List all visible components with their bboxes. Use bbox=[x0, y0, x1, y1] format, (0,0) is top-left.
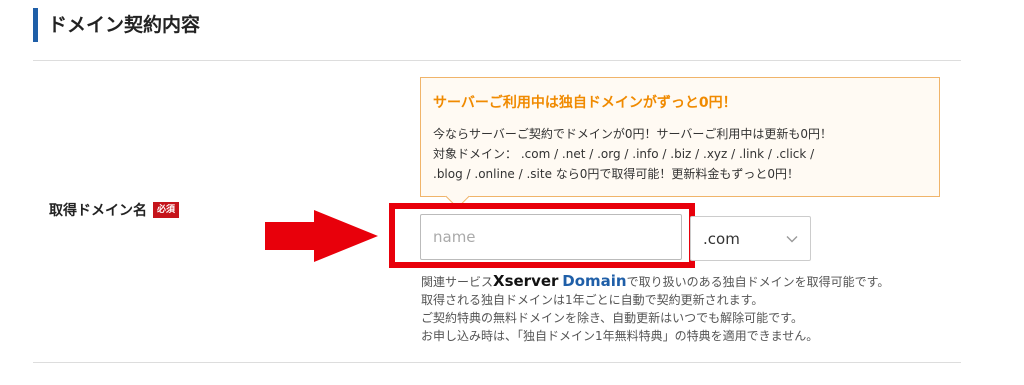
promo-body: 今ならサーバーご契約でドメインが0円！サーバーご利用中は更新も0円！ 対象ドメイ… bbox=[433, 124, 927, 184]
promo-line: 対象ドメイン： .com / .net / .org / .info / .bi… bbox=[433, 147, 815, 161]
field-label: 取得ドメイン名 必須 bbox=[49, 200, 180, 220]
note-suffix: で取り扱いのある独自ドメインを取得可能です。 bbox=[626, 275, 890, 289]
notes: 関連サービスXserver Domainで取り扱いのある独自ドメインを取得可能で… bbox=[421, 272, 889, 345]
note-prefix: 関連サービス bbox=[421, 275, 494, 289]
chevron-down-icon bbox=[786, 235, 798, 242]
note-line: ご契約特典の無料ドメインを除き、自動更新はいつでも解除可能です。 bbox=[421, 311, 803, 325]
tld-select[interactable]: .com bbox=[690, 216, 811, 261]
tld-select-value: .com bbox=[703, 229, 740, 248]
divider-bottom bbox=[33, 362, 961, 363]
red-arrow-right-icon bbox=[265, 210, 378, 262]
required-badge: 必須 bbox=[153, 202, 180, 218]
promo-line: 今ならサーバーご契約でドメインが0円！サーバーご利用中は更新も0円！ bbox=[433, 127, 833, 141]
section-title: ドメイン契約内容 bbox=[33, 8, 200, 42]
promo-line: .blog / .online / .site なら0円で取得可能！更新料金もず… bbox=[433, 167, 800, 181]
divider-top bbox=[33, 60, 961, 61]
note-line: お申し込み時は、「独自ドメイン1年無料特典」の特典を適用できません。 bbox=[421, 329, 819, 343]
promo-title: サーバーご利用中は独自ドメインがずっと0円！ bbox=[433, 95, 737, 111]
field-label-text: 取得ドメイン名 bbox=[49, 203, 147, 219]
note-line: 関連サービスXserver Domainで取り扱いのある独自ドメインを取得可能で… bbox=[421, 272, 889, 291]
note-line: 取得される独自ドメインは1年ごとに自動で契約更新されます。 bbox=[421, 293, 764, 307]
highlight-box bbox=[389, 203, 695, 268]
domain-logo-text: Domain bbox=[562, 272, 627, 290]
xserver-logo-text: Xserver bbox=[493, 272, 559, 290]
promo-callout: サーバーご利用中は独自ドメインがずっと0円！ 今ならサーバーご契約でドメインが0… bbox=[420, 77, 940, 209]
